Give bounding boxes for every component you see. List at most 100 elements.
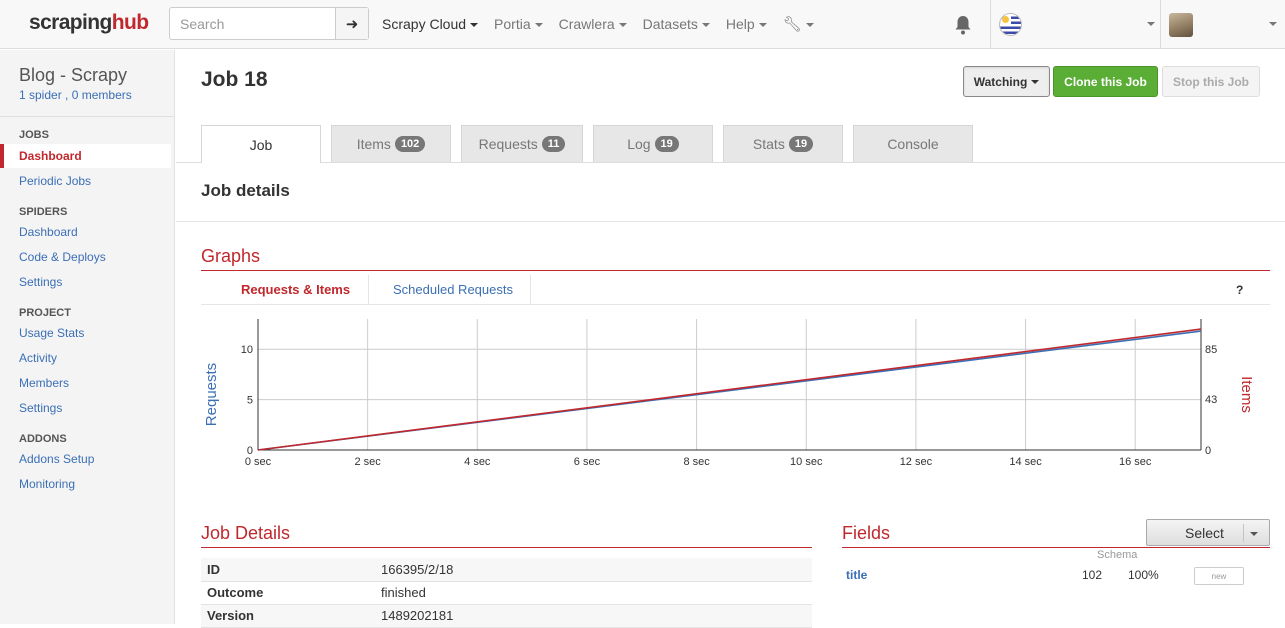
- y-left-tick-label: 0: [247, 445, 253, 457]
- members-count-link[interactable]: 0 members: [72, 88, 132, 102]
- tab-job[interactable]: Job: [201, 125, 321, 163]
- job-tabs: Job Items 102 Requests 11 Log 19 Stats 19 Co…: [176, 125, 1285, 163]
- chevron-down-icon: [470, 23, 479, 28]
- sidebar-item-spiders-settings[interactable]: Settings: [19, 275, 62, 289]
- tab-stats[interactable]: Stats 19: [723, 125, 843, 162]
- search-box: ➜: [169, 7, 369, 40]
- x-tick-label: 14 sec: [1009, 456, 1042, 468]
- watching-button[interactable]: Watching: [963, 66, 1050, 97]
- chevron-down-icon: [1250, 532, 1258, 536]
- project-summary: 1 spider , 0 members: [19, 88, 132, 102]
- user-avatar[interactable]: [1169, 13, 1193, 37]
- sidebar-heading-addons: ADDONS: [19, 433, 67, 445]
- tab-log[interactable]: Log 19: [593, 125, 713, 162]
- graphs-rule: [201, 270, 1270, 271]
- x-tick-label: 8 sec: [683, 456, 710, 468]
- menu-portia[interactable]: Portia: [486, 0, 551, 49]
- detail-value: finished: [375, 581, 812, 605]
- graph-help-icon[interactable]: ?: [1236, 283, 1243, 297]
- search-input[interactable]: [170, 8, 335, 39]
- y-right-tick-label: 0: [1205, 445, 1211, 457]
- clone-job-button[interactable]: Clone this Job: [1053, 66, 1158, 97]
- detail-key: Outcome: [201, 581, 375, 605]
- subtab-requests-items[interactable]: Requests & Items: [241, 275, 350, 305]
- divider: [176, 221, 1285, 222]
- chevron-down-icon: [805, 23, 814, 28]
- main-menu: Scrapy Cloud Portia Crawlera Datasets He…: [374, 0, 822, 49]
- menu-crawlera[interactable]: Crawlera: [551, 0, 635, 49]
- org-dropdown-caret[interactable]: [1147, 22, 1155, 26]
- navbar-divider: [1160, 0, 1161, 49]
- fields-title: Fields: [842, 523, 891, 543]
- tab-requests[interactable]: Requests 11: [461, 125, 583, 162]
- field-count: 102: [1082, 568, 1103, 582]
- navbar-divider: [990, 0, 991, 49]
- x-tick-label: 6 sec: [574, 456, 601, 468]
- sidebar-item-usage-stats[interactable]: Usage Stats: [19, 326, 84, 340]
- x-tick-label: 10 sec: [790, 456, 823, 468]
- wrench-icon: 🔧︎: [782, 16, 802, 33]
- menu-tools[interactable]: 🔧︎: [775, 0, 822, 49]
- table-row: Outcome finished: [201, 581, 812, 605]
- count-badge: 19: [788, 136, 814, 152]
- tab-console[interactable]: Console: [853, 125, 973, 162]
- sidebar-item-addons-setup[interactable]: Addons Setup: [19, 452, 94, 466]
- y-right-tick-label: 85: [1205, 344, 1217, 356]
- count-badge: 19: [654, 136, 679, 152]
- sidebar-item-monitoring[interactable]: Monitoring: [19, 477, 75, 491]
- field-percent: 100%: [1128, 568, 1159, 582]
- tab-items[interactable]: Items 102: [331, 125, 451, 162]
- stop-job-button[interactable]: Stop this Job: [1162, 66, 1260, 97]
- x-tick-label: 2 sec: [355, 456, 382, 468]
- sidebar-heading-spiders: SPIDERS: [19, 206, 68, 218]
- x-tick-label: 16 sec: [1119, 456, 1152, 468]
- table-row: ID 166395/2/18: [201, 558, 812, 582]
- graph-subtabs: Requests & Items Scheduled Requests ?: [201, 275, 1270, 305]
- job-details-table: ID 166395/2/18 Outcome finished Version 148…: [201, 558, 812, 628]
- user-dropdown-caret[interactable]: [1269, 22, 1277, 26]
- arrow-right-icon: ➜: [345, 15, 359, 33]
- spiders-count-link[interactable]: 1 spider: [19, 88, 62, 102]
- count-badge: 102: [394, 136, 426, 152]
- sidebar-item-code-deploys[interactable]: Code & Deploys: [19, 250, 106, 264]
- bell-icon[interactable]: [951, 13, 975, 37]
- sidebar-item-jobs-dashboard[interactable]: Dashboard: [19, 149, 82, 163]
- search-submit-button[interactable]: ➜: [335, 8, 368, 39]
- subtab-divider: [530, 275, 531, 305]
- detail-value: 166395/2/18: [375, 558, 812, 582]
- field-name-link[interactable]: title: [846, 568, 867, 582]
- x-tick-label: 12 sec: [900, 456, 933, 468]
- subtab-divider: [368, 275, 369, 305]
- field-schema-new-button[interactable]: new: [1194, 567, 1244, 585]
- menu-scrapy-cloud[interactable]: Scrapy Cloud: [374, 0, 486, 49]
- chevron-down-icon: [1031, 79, 1040, 84]
- chevron-down-icon: [534, 23, 543, 28]
- sidebar-item-project-settings[interactable]: Settings: [19, 401, 62, 415]
- sidebar-heading-jobs: JOBS: [19, 129, 49, 141]
- detail-key: ID: [201, 558, 375, 582]
- y-left-tick-label: 5: [247, 395, 253, 407]
- sidebar: Blog - Scrapy 1 spider , 0 members JOBS …: [0, 50, 175, 624]
- sidebar-item-activity[interactable]: Activity: [19, 351, 57, 365]
- uruguay-flag-icon[interactable]: [999, 13, 1022, 36]
- x-tick-label: 4 sec: [464, 456, 491, 468]
- items-series-line: [257, 328, 1202, 451]
- job-details-title: Job Details: [201, 523, 291, 543]
- sidebar-item-spiders-dashboard[interactable]: Dashboard: [19, 225, 78, 239]
- fields-select-dropdown[interactable]: Select: [1146, 519, 1270, 546]
- menu-datasets[interactable]: Datasets: [635, 0, 718, 49]
- x-tick-label: 0 sec: [245, 456, 272, 468]
- sidebar-item-members[interactable]: Members: [19, 376, 69, 390]
- page-title: Job 18: [201, 68, 268, 91]
- chevron-down-icon: [758, 23, 767, 28]
- top-navbar: scrapinghub ➜ Scrapy Cloud Portia Crawle…: [0, 0, 1285, 49]
- menu-help[interactable]: Help: [718, 0, 775, 49]
- y-right-axis-title: Items: [1238, 376, 1255, 413]
- scrapinghub-logo[interactable]: scrapinghub: [29, 11, 149, 35]
- chevron-down-icon: [701, 23, 710, 28]
- subtab-scheduled-requests[interactable]: Scheduled Requests: [393, 275, 513, 305]
- sidebar-item-periodic-jobs[interactable]: Periodic Jobs: [19, 174, 91, 188]
- dropdown-divider: [1243, 524, 1244, 542]
- job-details-rule: [201, 547, 812, 548]
- project-title[interactable]: Blog - Scrapy: [19, 65, 127, 86]
